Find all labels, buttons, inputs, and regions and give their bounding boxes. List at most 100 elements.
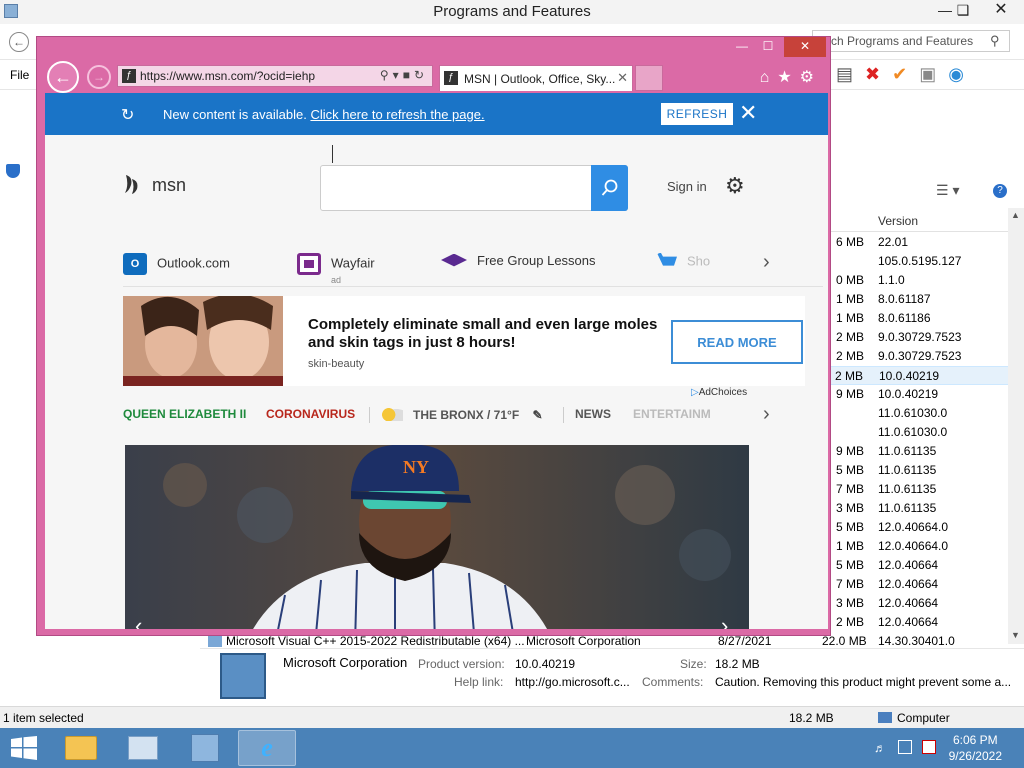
table-row[interactable]: 2 MB 9.0.30729.7523: [830, 328, 1010, 347]
help-icon[interactable]: ?: [993, 184, 1007, 198]
taskbar-programs[interactable]: [176, 730, 234, 766]
notification-refresh-button[interactable]: REFRESH: [661, 103, 733, 125]
msn-search-button[interactable]: [591, 165, 628, 211]
quicklink-free-group-lessons[interactable]: Free Group Lessons: [441, 253, 596, 270]
notification-refresh-link[interactable]: Click here to refresh the page.: [310, 107, 484, 122]
ie-address-bar[interactable]: ƒ https://www.msn.com/?ocid=iehp ⚲▾■↻: [117, 65, 433, 87]
msn-search-input[interactable]: [320, 165, 628, 211]
status-location: Computer: [897, 711, 950, 725]
news-nav-next-icon[interactable]: ›: [763, 403, 770, 426]
tab-close-icon[interactable]: ✕: [617, 70, 628, 86]
table-row[interactable]: 7 MB 12.0.40664: [830, 575, 1010, 594]
ie-forward-button[interactable]: →: [87, 65, 111, 89]
table-row[interactable]: 2 MB 12.0.40664: [830, 613, 1010, 632]
pf-view-icon[interactable]: ▤: [836, 64, 865, 84]
scroll-up-icon[interactable]: ▲: [1011, 210, 1020, 220]
nav-coronavirus[interactable]: CORONAVIRUS: [266, 407, 355, 421]
dropdown-icon[interactable]: ▾: [393, 68, 403, 82]
internet-explorer-icon: e: [261, 733, 273, 762]
table-row[interactable]: 3 MB 12.0.40664: [830, 594, 1010, 613]
table-row[interactable]: 7 MB 11.0.61135: [830, 480, 1010, 499]
nav-entertainment[interactable]: ENTERTAINM: [633, 407, 711, 421]
pf-maximize-button[interactable]: ❑: [948, 0, 978, 22]
nav-news[interactable]: NEWS: [575, 407, 611, 421]
quicklink-outlook[interactable]: O Outlook.com: [123, 253, 230, 275]
ie-maximize-button[interactable]: ☐: [754, 37, 782, 57]
taskbar-clock[interactable]: 6:06 PM 9/26/2022: [949, 732, 1002, 764]
pf-check-icon[interactable]: ✔: [892, 64, 919, 84]
pf-details-help[interactable]: http://go.microsoft.c...: [515, 675, 630, 689]
table-row[interactable]: 6 MB 22.01: [830, 233, 1010, 252]
ie-tab-title: MSN | Outlook, Office, Sky...: [464, 72, 616, 86]
pf-file-menu[interactable]: File: [10, 68, 29, 82]
home-icon[interactable]: ⌂: [760, 69, 778, 86]
nav-queen-elizabeth[interactable]: QUEEN ELIZABETH II: [123, 407, 246, 421]
pf-vertical-scrollbar[interactable]: ▲ ▼: [1008, 208, 1024, 644]
settings-gear-icon[interactable]: ⚙: [725, 173, 745, 199]
refresh-icon[interactable]: ↻: [414, 68, 428, 82]
taskbar-server-manager[interactable]: [114, 730, 172, 766]
nav-weather[interactable]: THE BRONX / 71°F ✎: [381, 407, 543, 422]
table-row[interactable]: 9 MB 11.0.61135: [830, 442, 1010, 461]
table-row[interactable]: 2 MB 9.0.30729.7523: [830, 347, 1010, 366]
pf-search-input[interactable]: rch Programs and Features: [812, 30, 1010, 52]
taskbar-explorer[interactable]: [52, 730, 110, 766]
ie-minimize-button[interactable]: —: [728, 37, 756, 57]
quicklinks-next-icon[interactable]: ›: [763, 251, 770, 274]
ie-tab-msn[interactable]: ƒ MSN | Outlook, Office, Sky... ✕: [439, 65, 633, 91]
table-row[interactable]: 0 MB 1.1.0: [830, 271, 1010, 290]
table-row[interactable]: 5 MB 12.0.40664.0: [830, 518, 1010, 537]
hero-image[interactable]: NY ‹ ›: [125, 445, 749, 629]
ie-back-button[interactable]: ←: [47, 61, 79, 93]
ie-close-button[interactable]: ✕: [784, 37, 826, 57]
favorites-star-icon[interactable]: ★: [777, 69, 799, 86]
pf-version-column-header[interactable]: Version: [878, 214, 918, 228]
table-row[interactable]: 1 MB 8.0.61186: [830, 309, 1010, 328]
table-row[interactable]: 9 MB 10.0.40219: [830, 385, 1010, 404]
table-row[interactable]: 5 MB 11.0.61135: [830, 461, 1010, 480]
quicklink-wayfair[interactable]: Wayfair: [297, 253, 375, 275]
table-row[interactable]: 2 MB 10.0.40219: [830, 366, 1010, 385]
quicklink-shopping[interactable]: Sho: [657, 253, 710, 271]
pf-window-icon[interactable]: ▣: [919, 64, 948, 84]
hero-next-icon[interactable]: ›: [721, 613, 728, 629]
ie-new-tab-button[interactable]: [635, 65, 663, 91]
ad-image[interactable]: [123, 296, 283, 386]
table-row[interactable]: 5 MB 12.0.40664: [830, 556, 1010, 575]
start-button[interactable]: [0, 730, 48, 766]
notification-close-icon[interactable]: ✕: [739, 100, 757, 126]
pf-view-options-icon[interactable]: ☰ ▾: [936, 182, 959, 199]
quicklink-lessons-label: Free Group Lessons: [477, 253, 596, 268]
pf-search-icon[interactable]: ⚲: [990, 33, 1000, 49]
row-version: 105.0.5195.127: [878, 254, 962, 268]
tools-gear-icon[interactable]: ⚙: [800, 69, 822, 86]
row-size: 3 MB: [835, 501, 864, 515]
ad-headline[interactable]: Completely eliminate small and even larg…: [308, 316, 658, 352]
row-version: 12.0.40664.0: [878, 520, 949, 534]
table-row[interactable]: 1 MB 12.0.40664.0: [830, 537, 1010, 556]
table-row[interactable]: 11.0.61030.0: [830, 423, 1010, 442]
ad-card[interactable]: Completely eliminate small and even larg…: [123, 296, 805, 386]
pf-back-icon[interactable]: ←: [9, 32, 29, 52]
table-row[interactable]: 11.0.61030.0: [830, 404, 1010, 423]
action-center-icon[interactable]: [922, 740, 936, 754]
pf-close-button[interactable]: ✕: [986, 0, 1016, 22]
edit-pencil-icon[interactable]: ✎: [533, 408, 543, 422]
msn-sign-in-link[interactable]: Sign in: [667, 179, 707, 194]
network-icon[interactable]: [898, 740, 912, 754]
ad-read-more-button[interactable]: READ MORE: [671, 320, 803, 364]
pf-globe-icon[interactable]: ◉: [948, 64, 976, 84]
hero-prev-icon[interactable]: ‹: [135, 613, 142, 629]
msn-logo[interactable]: msn: [123, 173, 186, 196]
volume-muted-icon[interactable]: ♬: [874, 741, 886, 755]
pf-delete-icon[interactable]: ✖: [865, 64, 892, 84]
adchoices-link[interactable]: ▷AdChoices: [691, 387, 747, 398]
table-row[interactable]: 3 MB 11.0.61135: [830, 499, 1010, 518]
scroll-down-icon[interactable]: ▼: [1011, 630, 1020, 640]
lock-icon[interactable]: ■: [403, 68, 414, 82]
taskbar-internet-explorer[interactable]: e: [238, 730, 296, 766]
table-row[interactable]: 105.0.5195.127: [830, 252, 1010, 271]
search-icon[interactable]: ⚲: [380, 68, 393, 82]
graduation-cap-icon: [441, 253, 467, 267]
table-row[interactable]: 1 MB 8.0.61187: [830, 290, 1010, 309]
